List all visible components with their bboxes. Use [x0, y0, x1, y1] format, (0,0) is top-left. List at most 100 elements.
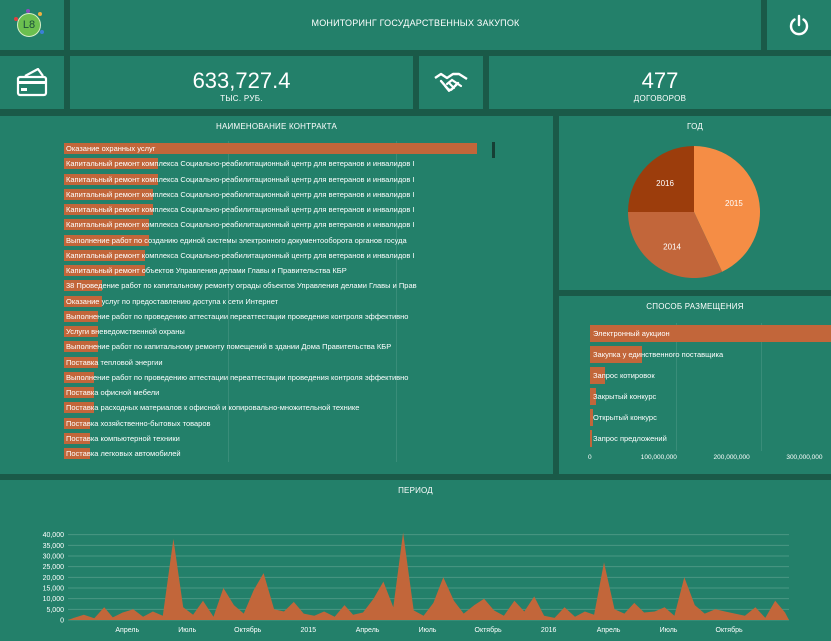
y-tick-label: 40,000 [43, 532, 65, 539]
contract-label: Капитальный ремонт комплекса Социально-р… [66, 189, 415, 199]
pie-label: 2015 [725, 199, 743, 208]
contract-row[interactable]: Поставка легковых автомобилей [64, 448, 490, 459]
x-tick-label: Июль [178, 627, 196, 634]
method-label: Запрос предложений [593, 434, 667, 443]
contract-row[interactable]: Поставка хозяйственно-бытовых товаров [64, 417, 490, 429]
contract-row[interactable]: Выполнение работ по капитальному ремонту… [64, 341, 490, 353]
x-tick-label: Июль [660, 627, 678, 634]
x-tick-label: Октябрь [716, 626, 743, 634]
contract-label: Капитальный ремонт комплекса Социально-р… [66, 174, 415, 184]
contract-label: Услуги вневедомственной охраны [66, 327, 185, 336]
logo-panel: L8 [0, 0, 64, 50]
contract-row[interactable]: Выполнение работ по проведению аттестаци… [64, 371, 490, 383]
contract-row[interactable]: Капитальный ремонт объектов Управления д… [64, 265, 490, 276]
y-tick-label: 0 [60, 618, 64, 625]
amount-kpi: 633,727.4 ТЫС. РУБ. [70, 56, 413, 109]
method-row[interactable]: Закрытый конкурс [590, 388, 810, 405]
handshake-icon [434, 72, 468, 92]
contract-row[interactable]: Капитальный ремонт комплекса Социально-р… [64, 204, 490, 215]
contract-row[interactable]: Выполнение работ по проведению аттестаци… [64, 310, 490, 322]
y-tick-label: 25,000 [43, 564, 65, 571]
contract-row[interactable]: Капитальный ремонт комплекса Социально-р… [64, 173, 490, 185]
header-bar: МОНИТОРИНГ ГОСУДАРСТВЕННЫХ ЗАКУПОК [70, 0, 761, 50]
contract-label: Выполнение работ по капитальному ремонту… [66, 342, 392, 352]
method-label: Закрытый конкурс [593, 392, 657, 401]
x-tick-label: Апрель [356, 627, 380, 634]
method-row[interactable]: Электронный аукцион [590, 325, 831, 342]
contract-label: Капитальный ремонт комплекса Социально-р… [66, 205, 415, 214]
y-tick-label: 5,000 [46, 607, 64, 614]
method-row[interactable]: Открытый конкурс [590, 409, 810, 426]
contract-label: Выполнение работ по проведению аттестаци… [66, 311, 409, 321]
handshake-icon-panel [419, 56, 483, 109]
method-tick-label: 0 [588, 454, 592, 461]
contract-label: Поставка тепловой энергии [66, 357, 163, 367]
x-tick-label: 2016 [541, 627, 557, 634]
method-tick-label: 300,000,000 [786, 454, 823, 461]
method-label: Электронный аукцион [593, 329, 670, 338]
contract-label: Капитальный ремонт объектов Управления д… [66, 266, 347, 275]
contract-row[interactable]: Капитальный ремонт комплекса Социально-р… [64, 219, 490, 231]
amount-unit: ТЫС. РУБ. [220, 94, 263, 103]
logo-text: L8 [22, 19, 36, 31]
contracts-value: 477 [641, 68, 679, 93]
contract-row[interactable]: Поставка компьютерной техники [64, 432, 490, 444]
contract-label: Поставка хозяйственно-бытовых товаров [66, 418, 211, 428]
logo-icon: L8 [14, 9, 44, 37]
method-panel: СПОСОБ РАЗМЕЩЕНИЯ [559, 296, 831, 474]
power-button[interactable] [767, 0, 831, 50]
method-row[interactable]: Запрос предложений [590, 430, 810, 447]
payment-card-icon [16, 68, 48, 97]
contract-row[interactable]: Капитальный ремонт комплекса Социально-р… [64, 188, 490, 200]
contract-label: Поставка компьютерной техники [66, 433, 180, 443]
method-bar [590, 430, 592, 447]
x-tick-label: Июль [419, 627, 437, 634]
y-tick-label: 35,000 [43, 543, 65, 550]
contract-row[interactable]: Услуги вневедомственной охраны [64, 326, 490, 337]
contract-row[interactable]: Выполнение работ по созданию единой сист… [64, 234, 490, 246]
method-row[interactable]: Запрос котировок [590, 367, 810, 384]
power-icon[interactable] [788, 14, 810, 36]
contracts-kpi: 477 ДОГОВОРОВ [489, 56, 831, 109]
method-panel-title: СПОСОБ РАЗМЕЩЕНИЯ [646, 302, 744, 311]
contract-row[interactable]: Поставка офисной мебели [64, 387, 490, 398]
x-tick-label: Октябрь [234, 626, 261, 634]
method-label: Запрос котировок [593, 371, 655, 380]
contract-row[interactable]: Капитальный ремонт комплекса Социально-р… [64, 158, 490, 170]
contract-label: Капитальный ремонт комплекса Социально-р… [66, 250, 415, 260]
x-tick-label: Апрель [115, 627, 139, 634]
contract-label: Выполнение работ по созданию единой сист… [66, 235, 407, 245]
year-pie-chart: 2015 2014 2016 [628, 146, 760, 278]
method-tick-label: 200,000,000 [713, 454, 750, 461]
contract-row[interactable]: 38 Проведение работ по капитальному ремо… [64, 280, 490, 292]
page-title: МОНИТОРИНГ ГОСУДАРСТВЕННЫХ ЗАКУПОК [311, 18, 520, 28]
contract-label: Поставка офисной мебели [66, 388, 160, 397]
contracts-unit: ДОГОВОРОВ [633, 94, 687, 103]
contract-row[interactable]: Поставка расходных материалов к офисной … [64, 402, 490, 414]
y-tick-label: 10,000 [43, 596, 65, 603]
method-label: Открытый конкурс [593, 413, 657, 422]
contract-row[interactable]: Оказание услуг по предоставлению доступа… [64, 295, 490, 307]
contract-row[interactable]: Поставка тепловой энергии [64, 356, 490, 368]
contract-label: Капитальный ремонт комплекса Социально-р… [66, 220, 415, 230]
contract-row[interactable]: Оказание охранных услуг [64, 143, 490, 154]
contract-label: Оказание услуг по предоставлению доступа… [66, 296, 279, 306]
y-tick-label: 30,000 [43, 554, 65, 561]
pie-label: 2014 [663, 243, 681, 252]
contract-label: Оказание охранных услуг [66, 144, 156, 153]
contracts-panel-title: НАИМЕНОВАНИЕ КОНТРАКТА [216, 122, 337, 131]
contract-label: Поставка легковых автомобилей [66, 449, 181, 458]
method-tick-label: 100,000,000 [640, 454, 677, 461]
contract-label: Капитальный ремонт комплекса Социально-р… [66, 159, 415, 169]
contract-label: Поставка расходных материалов к офисной … [66, 403, 360, 413]
contract-label: 38 Проведение работ по капитальному ремо… [66, 281, 417, 291]
method-row[interactable]: Закупка у единственного поставщика [590, 346, 810, 363]
contract-row[interactable]: Капитальный ремонт комплекса Социально-р… [64, 249, 490, 261]
y-tick-label: 20,000 [43, 575, 65, 582]
pie-label: 2016 [656, 179, 674, 188]
contracts-scrollbar[interactable] [492, 142, 495, 158]
amount-value: 633,727.4 [192, 68, 291, 93]
payment-icon-panel [0, 56, 64, 109]
period-area-chart: 0 5,000 10,000 15,000 20,000 25,000 30,000 35,0… [43, 532, 789, 634]
x-tick-label: Октябрь [475, 626, 502, 634]
